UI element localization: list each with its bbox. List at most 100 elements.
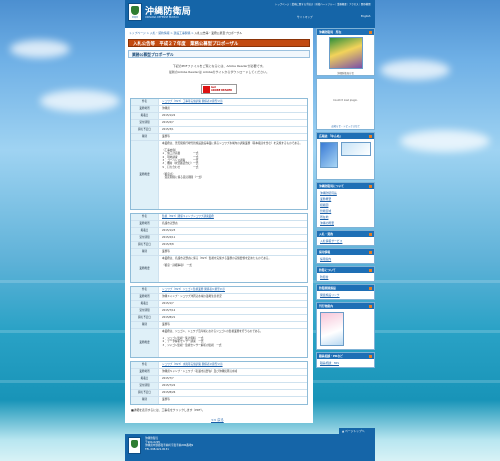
arrow-icon — [369, 232, 372, 236]
row-label: 掲載日 — [131, 301, 159, 307]
row-label: 掲載日 — [131, 228, 159, 234]
sitemap-link[interactable]: サイトマップ — [297, 15, 313, 19]
row-label: 種別 — [131, 397, 159, 404]
row-label: 受付期限 — [131, 308, 159, 314]
table-row: 業務場所 名護市辺野古 — [131, 221, 307, 228]
row-value: 沖縄キャンプ・シュワブ沖周辺水域の藻場生息状況 — [162, 295, 222, 298]
photo-caption: 沖縄防衛局庁舎 — [337, 72, 354, 75]
sidebar-heading: 沖縄防衛局 所在 — [317, 29, 374, 35]
proposal-link[interactable]: シュワブ（H27）水質等実施調査 関係者公募型公示 — [162, 363, 305, 366]
back-link[interactable]: << 戻る — [211, 417, 224, 422]
table-row: 業務場所 沖縄県 — [131, 106, 307, 113]
adobe-badge-line2: ADOBE READER — [211, 88, 232, 92]
row-label: 件名 — [131, 362, 159, 368]
global-nav-links[interactable]: トップページ｜業務に関する手続き｜防衛ハートフルー｜業務概要｜アクセス｜関係機関 — [275, 3, 371, 6]
row-value: 名護市辺野古 — [162, 222, 178, 225]
sidebar-facilities-box: 防衛関連施設 関連施設リンク — [316, 284, 375, 300]
row-value: 2015/7/12 — [162, 309, 176, 312]
arrow-icon — [369, 30, 372, 34]
proposal-table: 件名 シュワブ（H27）水質等実施調査 関係者公募型公示 業務場所 沖縄県キャン… — [130, 361, 308, 405]
sidebar-item-organization[interactable]: 組織図 — [320, 203, 328, 207]
english-link[interactable]: English — [361, 15, 370, 18]
sidebar-heading-text: 職員相談・PRなど — [319, 354, 343, 359]
magazine-thumb[interactable] — [341, 142, 371, 156]
table-row: 受付期限 2015/7/12 — [131, 308, 307, 315]
sidebar-item-mod[interactable]: 防衛省 — [320, 275, 328, 279]
row-label: 業務概要 — [131, 329, 159, 357]
site-footer: 沖縄防衛局 〒904-0295 沖縄県中頭郡嘉手納町字嘉手納290番地9 TEL… — [125, 434, 375, 461]
row-value: 2015/2/11 — [162, 236, 176, 239]
sidebar-defense-box: 防衛について 防衛省 — [316, 266, 375, 282]
sidebar-heading-text: 防衛について — [319, 268, 336, 273]
row-value: 本業務は、普天間飛行場代替施設建設事業に係るシュワブ水域内の調査業務（基本検討を… — [162, 142, 303, 180]
table-row: 開札予定日 2015/8/21 — [131, 315, 307, 322]
row-label: 業務場所 — [131, 369, 159, 375]
arrow-icon — [369, 268, 372, 272]
sidebar-item-director[interactable]: 沖縄防衛局長 — [320, 191, 337, 195]
sidebar-heading-text: 広報誌 「ゆんぬ」 — [319, 134, 343, 139]
row-value: 2015/3/1 — [162, 128, 174, 131]
get-adobe-reader-button[interactable]: Get ADOBE READER — [201, 84, 237, 94]
sidebar-heading-text: 刊行物案内 — [319, 304, 333, 309]
row-value: 沖縄県 — [162, 107, 170, 110]
row-label: 受付期限 — [131, 120, 159, 126]
sidebar-item-jurisdiction[interactable]: 管轄区域 — [320, 209, 331, 213]
sidebar-heading: 沖縄防衛局について — [317, 183, 374, 189]
row-value: 業務等 — [162, 135, 170, 138]
row-value: 本業務は、名護市辺野古に係る（H27）監視を実施する業務の実施要領を定めたもので… — [162, 257, 271, 267]
sky-cloud — [400, 130, 490, 152]
row-label: 件名 — [131, 214, 159, 220]
sidebar-item-consult[interactable]: 職員相談：MIS — [320, 361, 339, 365]
logo-caption: 防衛省 — [131, 17, 138, 19]
table-row: 業務場所 沖縄キャンプ・シュワブ沖周辺水域の藻場生息状況 — [131, 294, 307, 301]
table-row: 種別 業務等 — [131, 249, 307, 256]
table-row: 業務概要 本業務は、普天間飛行場代替施設建設事業に係るシュワブ水域内の調査業務（… — [131, 141, 307, 209]
sidebar-about-box: 沖縄防衛局について 沖縄防衛局長 業務概要 組織図 管轄区域 所在地 沖縄の概要 — [316, 182, 375, 228]
info-link[interactable]: お知らせ・トピックスなど — [319, 124, 372, 128]
emblem-icon — [131, 6, 139, 15]
sky-cloud — [380, 60, 450, 80]
adobe-download-note[interactable]: 最新のAdobe Readerは Adobeのサイトからダウンロードしてください… — [125, 70, 313, 74]
plugin-message: Couldn't load plugin. — [333, 99, 358, 102]
site-header: 防衛省 沖縄防衛局 OKINAWA DEFENSE BUREAU トップページ｜… — [125, 0, 375, 28]
table-row: 種別 業務等 — [131, 134, 307, 141]
magazine-cover[interactable] — [320, 142, 338, 168]
breadcrumb-home[interactable]: トップページ — [129, 31, 146, 35]
sidebar-item-facility-links[interactable]: 関連施設リンク — [320, 293, 340, 297]
row-value: 2015/1/7 — [162, 302, 174, 305]
row-label: 業務概要 — [131, 141, 159, 209]
page-title-bar: 入札公告等 平成２７年度 業務公募型プロポーザル — [128, 39, 310, 47]
row-label: 開札予定日 — [131, 127, 159, 133]
sidebar-item-recruit[interactable]: 採用案内 — [320, 257, 331, 261]
ministry-logo[interactable]: 防衛省 — [128, 3, 142, 21]
sidebar-heading: 職員相談・PRなど — [317, 353, 374, 359]
breadcrumb-bids[interactable]: 入札・契約情報 — [150, 31, 170, 35]
sidebar-heading: 防衛について — [317, 267, 374, 273]
row-value: 2015/1/22 — [162, 114, 176, 117]
proposal-link[interactable]: シュワブ（H27）工事等実施調査 関係者公募型公示 — [162, 100, 305, 103]
table-row: 件名 シュワブ（H27）工事等実施調査 関係者公募型公示 — [131, 99, 307, 106]
table-row: 業務概要 本業務は、ジュゴン、シュワブ沿岸域におけるジュゴンの監視業務を行うもの… — [131, 329, 307, 357]
sidebar-recruit-box: 採用情報 採用案内 — [316, 248, 375, 264]
breadcrumb-construction[interactable]: 建設工事関係 — [174, 31, 191, 35]
row-value: 沖縄県キャンプ・シュワブ（名護市辺野古）及び沖縄県周辺水域 — [162, 370, 238, 373]
proposal-table: 件名 シュワブ（H27）ジュゴン監視業務 関係者公募型公示 業務場所 沖縄キャン… — [130, 286, 308, 358]
sidebar-heading: 採用情報 — [317, 249, 374, 255]
row-value: 2015/2/7 — [162, 121, 174, 124]
proposal-link[interactable]: 監視（H27）関係キャンプシュワブ調査業務 — [162, 215, 305, 218]
sidebar-item-location[interactable]: 所在地 — [320, 215, 328, 219]
row-value: 2015/3/8 — [162, 243, 174, 246]
footer-address: 沖縄防衛局 〒904-0295 沖縄県中頭郡嘉手納町字嘉手納290番地9 TEL… — [145, 437, 194, 451]
sidebar-heading: 刊行物案内 — [317, 303, 374, 309]
sidebar-item-okinawa[interactable]: 沖縄の概要 — [320, 221, 334, 225]
pdf-footnote: ■詳細を表示するには、工事名をクリックします（PDF）。 — [131, 408, 205, 412]
emblem-icon — [131, 440, 138, 448]
sidebar-item-bid-service[interactable]: 入札情報サービス — [320, 239, 342, 243]
proposal-link[interactable]: シュワブ（H27）ジュゴン監視業務 関係者公募型公示 — [162, 288, 305, 291]
row-value: 業務等 — [162, 250, 170, 253]
publication-cover[interactable] — [320, 312, 344, 346]
row-label: 掲載日 — [131, 376, 159, 382]
row-label: 開札予定日 — [131, 315, 159, 321]
sidebar-item-overview[interactable]: 業務概要 — [320, 197, 331, 201]
row-label: 種別 — [131, 249, 159, 255]
